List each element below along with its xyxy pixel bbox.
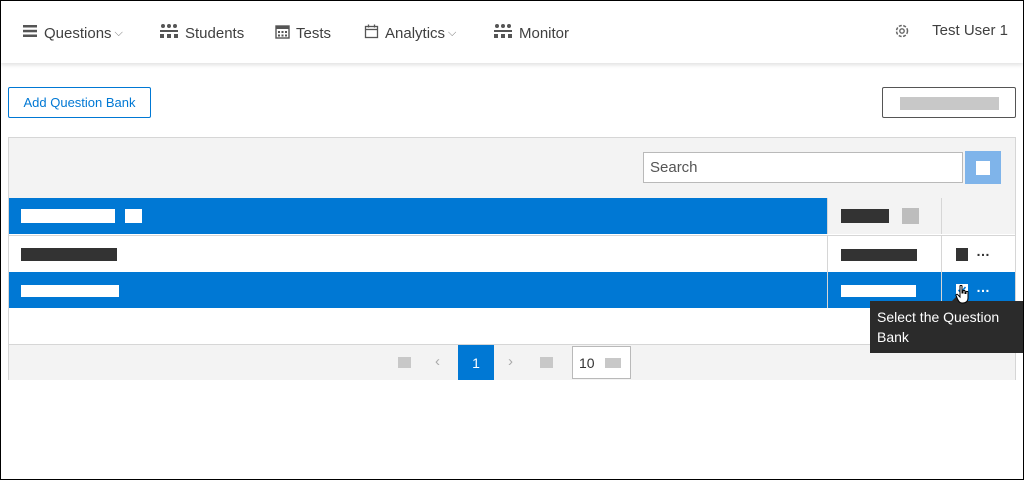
more-options-icon[interactable]: … (976, 244, 991, 258)
more-options-icon[interactable]: … (976, 280, 991, 294)
header-cell-count[interactable] (828, 198, 942, 234)
nav-questions-label: Questions (44, 24, 112, 42)
table-row-selected[interactable]: … (9, 272, 1015, 308)
redacted-value (841, 249, 917, 261)
select-checkbox[interactable] (956, 248, 968, 261)
row-cell-count (828, 236, 942, 272)
user-menu[interactable]: Test User 1 (932, 22, 1008, 39)
row-cell-name (9, 272, 828, 308)
menu-icon (22, 24, 38, 42)
row-cell-actions: … (942, 236, 1015, 272)
tooltip: Select the Question Bank (870, 301, 1023, 353)
monitor-icon (493, 23, 513, 43)
redacted-header (21, 209, 115, 223)
search-input[interactable] (643, 152, 963, 183)
header-cell-name[interactable] (9, 198, 828, 234)
redacted-value (21, 285, 119, 297)
nav-tests-label: Tests (296, 24, 332, 42)
nav-monitor-label: Monitor (519, 24, 570, 42)
page-size-select[interactable]: 10 (572, 346, 631, 379)
calendar-grid-icon (275, 24, 290, 43)
grid-toolbar (9, 138, 1015, 199)
sort-icon (902, 208, 919, 224)
pagination-bar: ‹ 1 › 10 (9, 344, 1015, 380)
redacted-label (900, 97, 999, 110)
row-cell-name (9, 236, 828, 272)
secondary-action-button[interactable] (882, 87, 1016, 118)
nav-analytics[interactable]: Analytics ⌵ (364, 22, 456, 44)
chevron-down-icon: ⌵ (448, 26, 457, 39)
nav-students-label: Students (185, 24, 245, 42)
gear-icon[interactable] (893, 22, 911, 40)
add-question-bank-button[interactable]: Add Question Bank (8, 87, 151, 118)
redacted-value (21, 248, 117, 261)
chevron-down-icon (605, 358, 621, 368)
first-page-icon[interactable] (398, 357, 411, 368)
grid-header-row (9, 198, 1015, 234)
hand-cursor-icon (955, 284, 971, 310)
nav-monitor[interactable]: Monitor (493, 22, 569, 44)
chevron-down-icon: ⌵ (114, 26, 123, 39)
nav-analytics-label: Analytics (385, 24, 446, 42)
nav-students[interactable]: Students (159, 22, 244, 44)
question-bank-grid: … … ‹ 1 › 10 (8, 137, 1016, 380)
redacted-header (841, 209, 889, 223)
nav-questions[interactable]: Questions ⌵ (22, 22, 123, 44)
calendar-icon (364, 24, 379, 43)
header-cell-actions (942, 198, 1015, 234)
table-row[interactable]: … (9, 235, 1015, 273)
search-button[interactable] (965, 151, 1001, 184)
top-navigation: Questions ⌵ Students Tests Analytics ⌵ M… (1, 1, 1023, 63)
sort-icon (125, 209, 142, 223)
students-icon (159, 23, 179, 43)
nav-tests[interactable]: Tests (275, 22, 331, 44)
redacted-value (841, 285, 916, 297)
last-page-icon[interactable] (540, 357, 553, 368)
search-icon (976, 161, 990, 175)
page-size-value: 10 (579, 355, 595, 371)
page-number-current[interactable]: 1 (458, 345, 494, 380)
previous-page-icon[interactable]: ‹ (435, 353, 440, 370)
next-page-icon[interactable]: › (508, 353, 513, 370)
